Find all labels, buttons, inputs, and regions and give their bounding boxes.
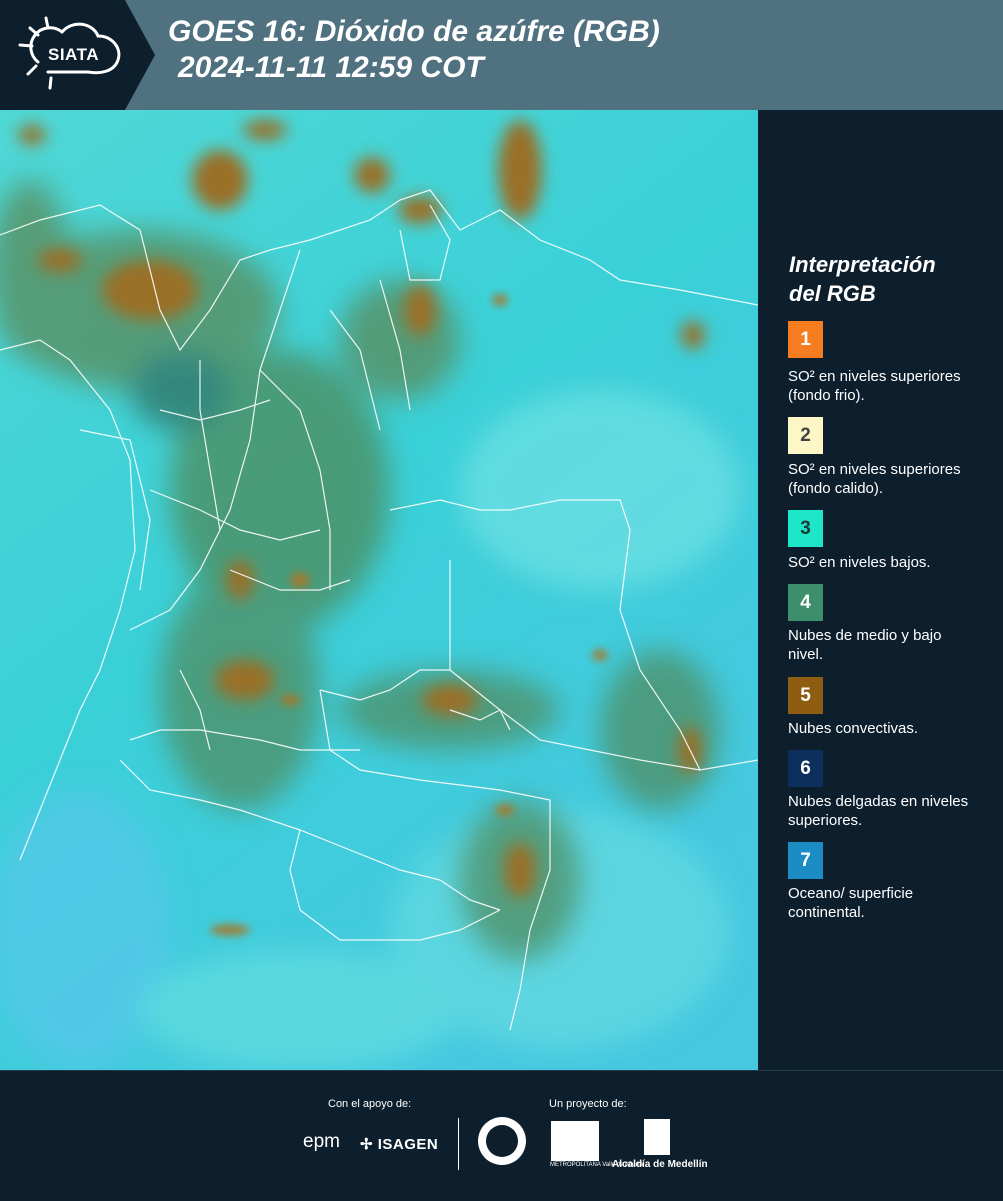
legend-swatch-4: 4 xyxy=(788,584,823,621)
support-label: Con el apoyo de: xyxy=(328,1098,412,1110)
legend-number-5: 5 xyxy=(800,684,811,706)
alcaldia-text: Alcaldía de Medellín xyxy=(612,1159,708,1170)
legend-swatch-2: 2 xyxy=(788,417,823,454)
medellin-seal-icon xyxy=(478,1117,526,1165)
legend-number-3: 3 xyxy=(800,517,811,539)
epm-logo: epm xyxy=(303,1131,340,1152)
title-timestamp: 2024-11-11 12:59 COT xyxy=(178,51,484,84)
legend-text-3: SO² en niveles bajos. xyxy=(788,554,931,571)
legend-swatch-1: 1 xyxy=(788,321,823,358)
legend-text-5: Nubes convectivas. xyxy=(788,720,919,737)
legend-swatch-6: 6 xyxy=(788,750,823,787)
legend-panel: Interpretación del RGB 1 SO² en niveles … xyxy=(760,110,1003,1070)
satellite-map xyxy=(0,110,758,1070)
legend-swatch-5: 5 xyxy=(788,677,823,714)
project-label: Un proyecto de: xyxy=(549,1098,627,1110)
legend-text-7: Oceano/ superficie continental. xyxy=(788,885,914,921)
legend-number-6: 6 xyxy=(800,757,811,779)
alcaldia-shield-icon xyxy=(644,1119,670,1155)
page-title: GOES 16: Dióxido de azúfre (RGB) 2024-11… xyxy=(168,14,660,86)
legend-title-line1: Interpretación xyxy=(789,252,936,277)
legend-number-4: 4 xyxy=(800,591,811,613)
siata-logo: SIATA xyxy=(0,0,155,110)
legend-text-1: SO² en niveles superiores (fondo frio). xyxy=(788,368,961,404)
legend-title: Interpretación del RGB xyxy=(789,250,936,308)
legend-number-7: 7 xyxy=(800,849,811,871)
siata-logo-text: SIATA xyxy=(48,45,99,64)
footer-divider xyxy=(458,1118,459,1170)
isagen-logo: ✢ ISAGEN xyxy=(360,1135,438,1153)
legend-title-line2: del RGB xyxy=(789,281,876,306)
area-metropolitana-logo xyxy=(551,1121,599,1161)
legend-swatch-3: 3 xyxy=(788,510,823,547)
header-bar: SIATA GOES 16: Dióxido de azúfre (RGB) 2… xyxy=(0,0,1003,110)
satellite-image xyxy=(0,110,758,1070)
legend-number-2: 2 xyxy=(800,424,811,446)
title-product: GOES 16: Dióxido de azúfre (RGB) xyxy=(168,15,660,48)
footer-bar: Con el apoyo de: epm ✢ ISAGEN Un proyect… xyxy=(0,1070,1003,1201)
isagen-mark-icon: ✢ xyxy=(360,1136,374,1153)
legend-number-1: 1 xyxy=(800,328,811,350)
legend-swatch-7: 7 xyxy=(788,842,823,879)
isagen-logo-text: ISAGEN xyxy=(377,1136,439,1153)
legend-text-4: Nubes de medio y bajo nivel. xyxy=(788,627,942,663)
legend-text-6: Nubes delgadas en niveles superiores. xyxy=(788,793,969,829)
legend-text-2: SO² en niveles superiores (fondo calido)… xyxy=(788,461,961,497)
